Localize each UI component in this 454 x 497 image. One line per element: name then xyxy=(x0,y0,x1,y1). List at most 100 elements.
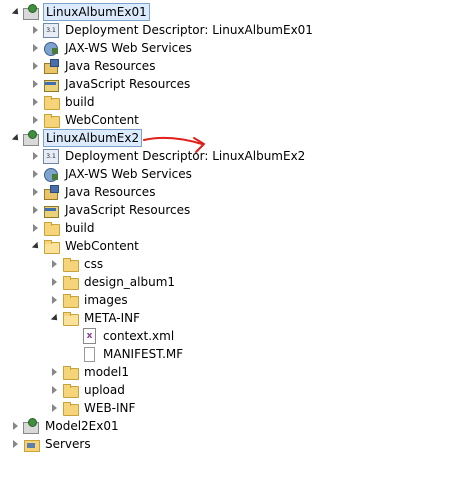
deployment-descriptor-icon xyxy=(43,22,59,38)
servers-folder-icon xyxy=(23,436,40,452)
tree-item-label: design_album1 xyxy=(84,275,176,289)
expand-toggle-icon[interactable] xyxy=(49,291,59,309)
tree-item-webcontent[interactable]: WebContent xyxy=(30,237,141,255)
java-resources-icon xyxy=(43,58,59,74)
tree-item-build[interactable]: build xyxy=(30,219,97,237)
tree-item-label: Deployment Descriptor: LinuxAlbumEx01 xyxy=(65,23,313,37)
tree-item-build[interactable]: build xyxy=(30,93,97,111)
folder-icon xyxy=(62,400,79,416)
expand-toggle-icon[interactable] xyxy=(30,165,40,183)
tree-item-images[interactable]: images xyxy=(49,291,130,309)
open-folder-icon xyxy=(62,310,79,326)
collapse-toggle-icon[interactable] xyxy=(10,3,20,21)
project-explorer-tree: LinuxAlbumEx01 Deployment Descriptor: Li… xyxy=(0,0,454,497)
tree-item-deployment-descriptor[interactable]: Deployment Descriptor: LinuxAlbumEx01 xyxy=(30,21,315,39)
tree-item-label: WEB-INF xyxy=(84,401,136,415)
folder-icon xyxy=(43,112,60,128)
folder-icon xyxy=(62,382,79,398)
folder-icon xyxy=(43,94,60,110)
tree-item-label: upload xyxy=(84,383,125,397)
tree-item-linuxalbumex2[interactable]: LinuxAlbumEx2 xyxy=(10,129,143,147)
tree-item-label: WebContent xyxy=(65,113,139,127)
xml-file-icon xyxy=(81,328,97,344)
tree-item-label: WebContent xyxy=(65,239,139,253)
collapse-toggle-icon[interactable] xyxy=(10,129,20,147)
expand-toggle-icon[interactable] xyxy=(30,75,40,93)
no-toggle-spacer xyxy=(68,327,78,345)
tree-item-model2ex01[interactable]: Model2Ex01 xyxy=(10,417,121,435)
folder-icon xyxy=(62,292,79,308)
tree-item-linuxalbumex01[interactable]: LinuxAlbumEx01 xyxy=(10,3,150,21)
tree-item-jax-ws[interactable]: JAX-WS Web Services xyxy=(30,165,194,183)
expand-toggle-icon[interactable] xyxy=(30,39,40,57)
expand-toggle-icon[interactable] xyxy=(49,363,59,381)
tree-item-label: LinuxAlbumEx01 xyxy=(43,3,150,21)
collapse-toggle-icon[interactable] xyxy=(30,237,40,255)
expand-toggle-icon[interactable] xyxy=(30,183,40,201)
expand-toggle-icon[interactable] xyxy=(30,147,40,165)
expand-toggle-icon[interactable] xyxy=(30,111,40,129)
folder-icon xyxy=(62,364,79,380)
expand-toggle-icon[interactable] xyxy=(49,255,59,273)
javascript-resources-icon xyxy=(43,76,59,92)
tree-item-javascript-resources[interactable]: JavaScript Resources xyxy=(30,75,192,93)
expand-toggle-icon[interactable] xyxy=(49,399,59,417)
tree-item-upload[interactable]: upload xyxy=(49,381,127,399)
expand-toggle-icon[interactable] xyxy=(30,93,40,111)
tree-item-label: MANIFEST.MF xyxy=(103,347,184,361)
tree-item-label: Java Resources xyxy=(65,185,156,199)
javascript-resources-icon xyxy=(43,202,59,218)
expand-toggle-icon[interactable] xyxy=(10,417,20,435)
tree-item-css[interactable]: css xyxy=(49,255,105,273)
tree-item-java-resources[interactable]: Java Resources xyxy=(30,183,157,201)
tree-item-jax-ws[interactable]: JAX-WS Web Services xyxy=(30,39,194,57)
tree-item-model1[interactable]: model1 xyxy=(49,363,131,381)
tree-item-label: JavaScript Resources xyxy=(65,203,191,217)
file-icon xyxy=(81,346,97,362)
expand-toggle-icon[interactable] xyxy=(49,381,59,399)
tree-item-label: css xyxy=(84,257,104,271)
expand-toggle-icon[interactable] xyxy=(30,57,40,75)
tree-item-design-album1[interactable]: design_album1 xyxy=(49,273,177,291)
tree-item-label: JAX-WS Web Services xyxy=(65,41,192,55)
tree-item-label: Servers xyxy=(45,437,91,451)
expand-toggle-icon[interactable] xyxy=(49,273,59,291)
tree-item-context-xml[interactable]: context.xml xyxy=(68,327,176,345)
tree-item-java-resources[interactable]: Java Resources xyxy=(30,57,157,75)
web-project-icon xyxy=(23,418,39,434)
web-project-icon xyxy=(23,130,39,146)
folder-icon xyxy=(43,220,60,236)
java-resources-icon xyxy=(43,184,59,200)
annotation-arrow-icon xyxy=(143,136,205,153)
expand-toggle-icon[interactable] xyxy=(30,219,40,237)
tree-item-label: Java Resources xyxy=(65,59,156,73)
expand-toggle-icon[interactable] xyxy=(30,21,40,39)
tree-item-label: build xyxy=(65,221,95,235)
tree-item-label: images xyxy=(84,293,128,307)
tree-item-label: Model2Ex01 xyxy=(45,419,119,433)
tree-item-manifest-mf[interactable]: MANIFEST.MF xyxy=(68,345,185,363)
tree-item-servers[interactable]: Servers xyxy=(10,435,93,453)
tree-item-label: JavaScript Resources xyxy=(65,77,191,91)
tree-item-label: model1 xyxy=(84,365,129,379)
web-services-icon xyxy=(43,166,59,182)
no-toggle-spacer xyxy=(68,345,78,363)
tree-item-label: build xyxy=(65,95,95,109)
tree-item-webcontent[interactable]: WebContent xyxy=(30,111,141,129)
collapse-toggle-icon[interactable] xyxy=(49,309,59,327)
web-project-icon xyxy=(23,4,39,20)
folder-icon xyxy=(62,274,79,290)
tree-item-javascript-resources[interactable]: JavaScript Resources xyxy=(30,201,192,219)
open-folder-icon xyxy=(43,238,60,254)
expand-toggle-icon[interactable] xyxy=(10,435,20,453)
folder-icon xyxy=(62,256,79,272)
tree-item-label: META-INF xyxy=(84,311,141,325)
tree-item-label: LinuxAlbumEx2 xyxy=(43,129,143,147)
web-services-icon xyxy=(43,40,59,56)
expand-toggle-icon[interactable] xyxy=(30,201,40,219)
tree-item-web-inf[interactable]: WEB-INF xyxy=(49,399,137,417)
deployment-descriptor-icon xyxy=(43,148,59,164)
tree-item-meta-inf[interactable]: META-INF xyxy=(49,309,142,327)
tree-item-label: JAX-WS Web Services xyxy=(65,167,192,181)
tree-item-label: context.xml xyxy=(103,329,175,343)
